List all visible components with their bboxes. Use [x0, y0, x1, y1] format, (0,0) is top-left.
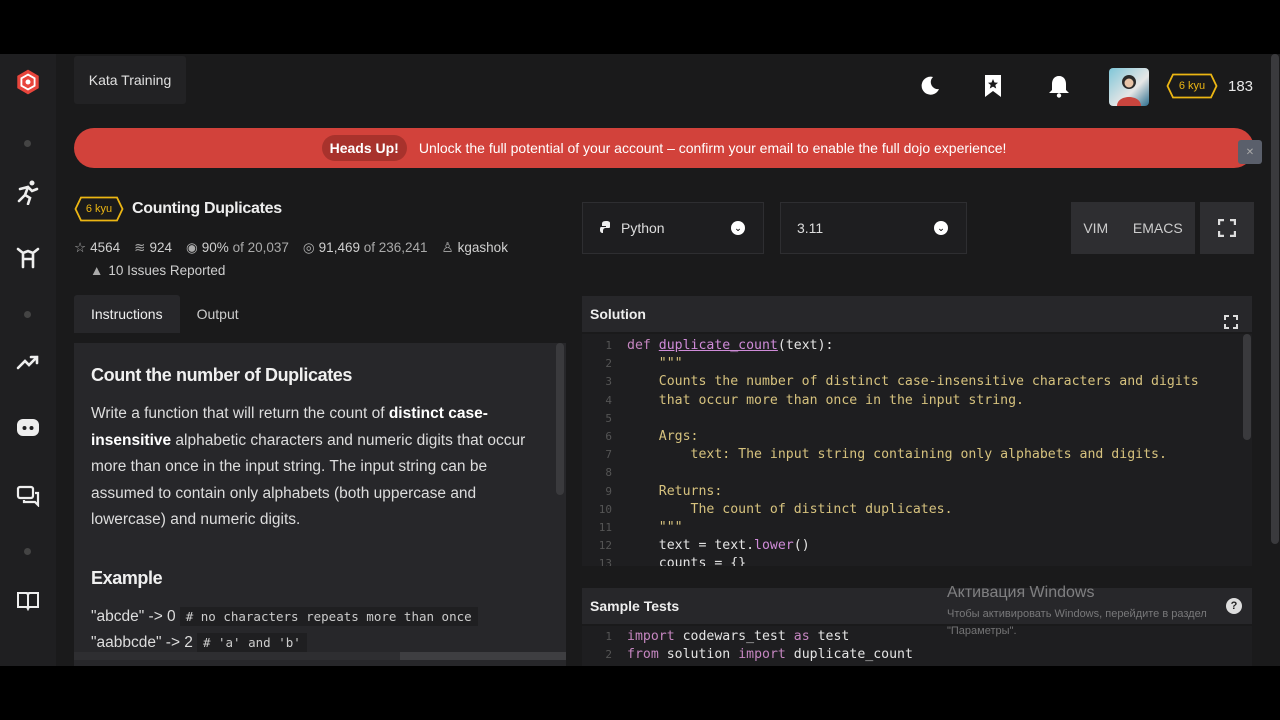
instructions-heading: Count the number of Duplicates: [91, 365, 353, 385]
example-line: "abcde" -> 0 # no characters repeats more…: [91, 607, 478, 626]
sidebar-divider: [24, 548, 31, 555]
line-number: 10: [598, 502, 612, 516]
notifications-bell-icon[interactable]: [1047, 74, 1071, 98]
code-text: text: The input string containing only a…: [627, 447, 1167, 463]
line-number: 12: [598, 539, 612, 553]
line-number: 1: [605, 339, 612, 352]
email-confirm-banner: Heads Up! Unlock the full potential of y…: [74, 128, 1254, 168]
code-text: text = text.lower(): [627, 538, 810, 554]
docs-book-icon[interactable]: [14, 586, 42, 614]
line-number: 7: [605, 448, 612, 462]
code-text: Counts the number of distinct case-insen…: [627, 374, 1199, 390]
banner-close-icon[interactable]: ✕: [1238, 140, 1262, 164]
fullscreen-button[interactable]: [1200, 202, 1254, 254]
bookmark-icon[interactable]: [981, 74, 1005, 98]
code-text: The count of distinct duplicates.: [627, 501, 953, 517]
example-heading: Example: [91, 568, 163, 588]
completed-stat: ◎ 91,469 of 236,241: [302, 240, 428, 255]
user-avatar[interactable]: [1109, 68, 1149, 106]
dark-mode-moon-icon[interactable]: [918, 74, 942, 98]
version-select[interactable]: 3.11 ⌄: [780, 202, 967, 254]
code-text: counts = {}: [627, 556, 747, 566]
discord-icon[interactable]: [14, 414, 42, 442]
line-number: 3: [605, 375, 612, 389]
editor-scrollbar[interactable]: [1243, 334, 1251, 440]
user-rank-badge[interactable]: 6 kyu: [1166, 73, 1218, 99]
line-number: 6: [605, 430, 612, 443]
solution-editor[interactable]: 1 def duplicate_count(text): 2 """ 3 Counts…: [582, 334, 1252, 566]
chevron-down-icon: ⌄: [934, 221, 948, 235]
vim-button[interactable]: VIM: [1083, 220, 1108, 236]
line-number: 1: [605, 630, 612, 643]
line-number: 4: [605, 393, 612, 407]
instructions-panel: Count the number of Duplicates Write a f…: [74, 343, 566, 666]
kata-header: 6 kyu Counting Duplicates: [74, 196, 282, 222]
eye-icon: ◉: [186, 240, 198, 255]
windows-activation-title: Активация Windows: [947, 584, 1095, 601]
warning-icon: ▲: [90, 263, 104, 278]
practice-icon[interactable]: [14, 178, 42, 206]
code-text: Returns:: [627, 483, 723, 499]
python-icon: [599, 220, 613, 237]
author-stat[interactable]: ♙ kgashok: [442, 240, 508, 256]
stars-stat[interactable]: ☆ 4564: [74, 240, 120, 256]
language-select[interactable]: Python ⌄: [582, 202, 764, 254]
code-text: """: [627, 520, 683, 535]
instruction-tabs: Instructions Output: [74, 295, 256, 333]
chevron-down-icon: ⌄: [731, 221, 745, 235]
banner-message[interactable]: Unlock the full potential of your accoun…: [419, 140, 1007, 156]
user-icon: ♙: [441, 240, 454, 255]
expand-icon: [1218, 219, 1236, 237]
emacs-button[interactable]: EMACS: [1133, 220, 1183, 236]
keybinding-toggle: VIM EMACS: [1071, 202, 1195, 254]
line-number: 11: [598, 521, 612, 534]
line-number: 5: [605, 411, 612, 425]
star-icon: ☆: [74, 240, 87, 255]
leaderboard-trend-icon[interactable]: [14, 348, 42, 376]
instructions-hscrollbar[interactable]: [74, 652, 566, 660]
line-number: 8: [605, 466, 612, 480]
discussion-icon[interactable]: [14, 482, 42, 510]
banner-tag: Heads Up!: [321, 135, 407, 161]
code-text: that occur more than once in the input s…: [627, 392, 1024, 408]
code-text: from solution import duplicate_count: [627, 647, 913, 663]
page-scrollbar[interactable]: [1270, 54, 1280, 666]
instructions-text: Write a function that will return the co…: [91, 405, 526, 529]
code-text: Args:: [627, 429, 699, 444]
issues-reported[interactable]: ▲ 10 Issues Reported: [90, 263, 225, 278]
kata-title: Counting Duplicates: [132, 200, 282, 217]
help-icon[interactable]: ?: [1226, 598, 1242, 614]
app: Kata Training 6 kyu 183 Heads Up! Unlock…: [0, 54, 1280, 666]
sidebar-divider: [24, 140, 31, 147]
line-number: 9: [605, 484, 612, 498]
tab-instructions[interactable]: Instructions: [74, 295, 180, 333]
line-number: 2: [605, 648, 612, 662]
sidebar: [0, 54, 56, 666]
breadcrumb[interactable]: Kata Training: [74, 56, 186, 104]
collections-stat[interactable]: ≋ 924: [134, 240, 172, 256]
kata-rank-badge: 6 kyu: [74, 196, 124, 222]
example-line: "aabbcde" -> 2 # 'a' and 'b': [91, 633, 307, 652]
code-text: def duplicate_count(text):: [627, 338, 834, 353]
code-text: """: [627, 356, 683, 372]
top-bar: Kata Training 6 kyu 183: [56, 54, 1280, 118]
honor-points[interactable]: 183: [1228, 78, 1253, 95]
target-icon: ◎: [302, 240, 315, 255]
solution-header: Solution: [582, 296, 1252, 332]
sidebar-divider: [24, 311, 31, 318]
windows-activation-text: Чтобы активировать Windows, перейдите в …: [947, 608, 1207, 637]
dojo-icon[interactable]: [14, 244, 42, 272]
tab-output[interactable]: Output: [180, 295, 256, 333]
instructions-scrollbar[interactable]: [556, 343, 564, 495]
layers-icon: ≋: [134, 240, 146, 255]
code-text: import codewars_test as test: [627, 629, 850, 644]
line-number: 13: [598, 557, 612, 566]
kata-stats: ☆ 4564 ≋ 924 ◉ 90% of 20,037 ◎ 91,469 of 236…: [74, 240, 508, 256]
line-number: 2: [605, 357, 612, 371]
satisfaction-stat: ◉ 90% of 20,037: [186, 240, 289, 255]
codewars-logo-icon[interactable]: [14, 68, 42, 96]
